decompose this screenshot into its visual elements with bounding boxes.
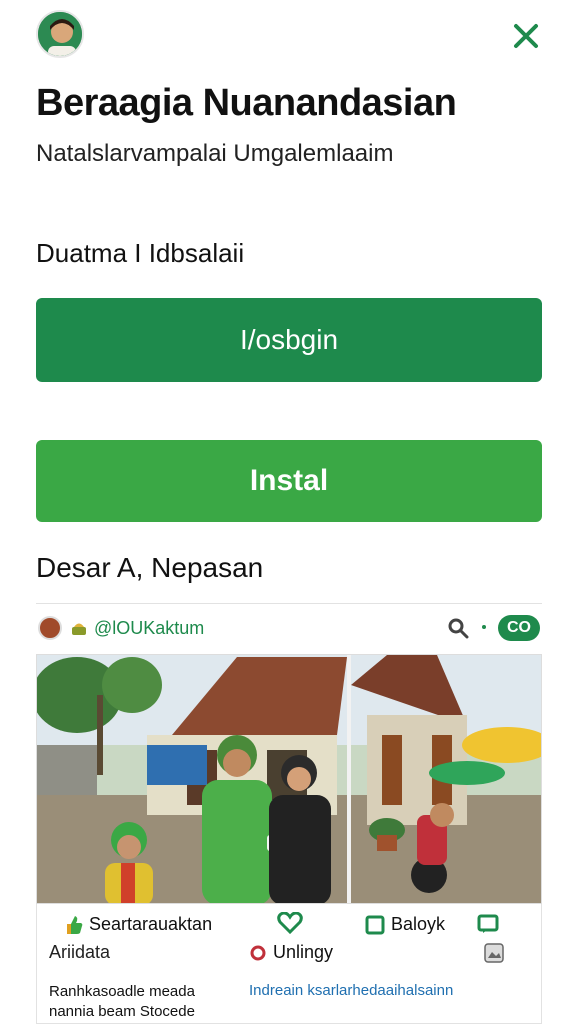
caption-link[interactable]: Indreain ksarlarhedaaihalsainn — [249, 982, 453, 999]
status-badge[interactable]: CO — [498, 615, 540, 641]
heart-action[interactable] — [277, 912, 303, 934]
caption-left: Ranhkasoadle meada nannia beam Stocede — [49, 983, 195, 1020]
section-label: Duatma I Idbsalaii — [36, 238, 245, 268]
box-action[interactable]: Baloyk — [365, 914, 445, 935]
top-bar — [0, 0, 576, 70]
heart-icon — [277, 912, 303, 934]
page-subtitle: Natalslarvampalai Umgalemlaaim — [36, 140, 394, 167]
secondary-label: Ariidata — [49, 942, 111, 962]
box-label: Baloyk — [391, 914, 446, 934]
post-handle[interactable]: @lOUKaktum — [94, 618, 204, 639]
like-action[interactable]: Seartarauaktan — [65, 914, 212, 935]
page-title: Beraagia Nuanandasian — [36, 82, 457, 124]
avatar[interactable] — [36, 10, 84, 58]
thumbs-up-icon — [67, 915, 83, 934]
like-label: Seartarauaktan — [89, 914, 213, 934]
divider — [36, 603, 542, 604]
message-action[interactable] — [477, 914, 499, 934]
close-button[interactable] — [508, 18, 544, 54]
login-button-label: I/osbgin — [239, 324, 339, 355]
separator-dot — [482, 625, 486, 629]
status-badge-label: CO — [507, 619, 531, 636]
hint-label: Unlingy — [273, 942, 334, 962]
image-icon — [484, 943, 504, 963]
hint-action[interactable]: Unlingy — [249, 942, 333, 963]
post-card: @lOUKaktum CO Seartarauaktan Baloyk Arii… — [36, 608, 542, 1024]
install-button-label: Instal — [249, 464, 329, 497]
post-actions: Seartarauaktan Baloyk Ariidata Unlingy R… — [36, 904, 542, 1024]
post-photo[interactable] — [36, 654, 542, 904]
location-text: Desar A, Nepasan — [36, 552, 264, 583]
checkbox-icon — [365, 915, 385, 934]
village-photo — [37, 655, 541, 903]
close-icon — [514, 24, 538, 48]
message-icon — [477, 914, 499, 933]
search-icon[interactable] — [446, 616, 470, 640]
login-button[interactable]: I/osbgin — [36, 298, 542, 382]
install-button[interactable]: Instal — [36, 440, 542, 522]
radio-icon — [250, 945, 266, 960]
post-header: @lOUKaktum CO — [36, 608, 542, 648]
post-avatar[interactable] — [38, 616, 62, 640]
image-action[interactable] — [483, 942, 505, 964]
pot-icon — [72, 623, 86, 635]
